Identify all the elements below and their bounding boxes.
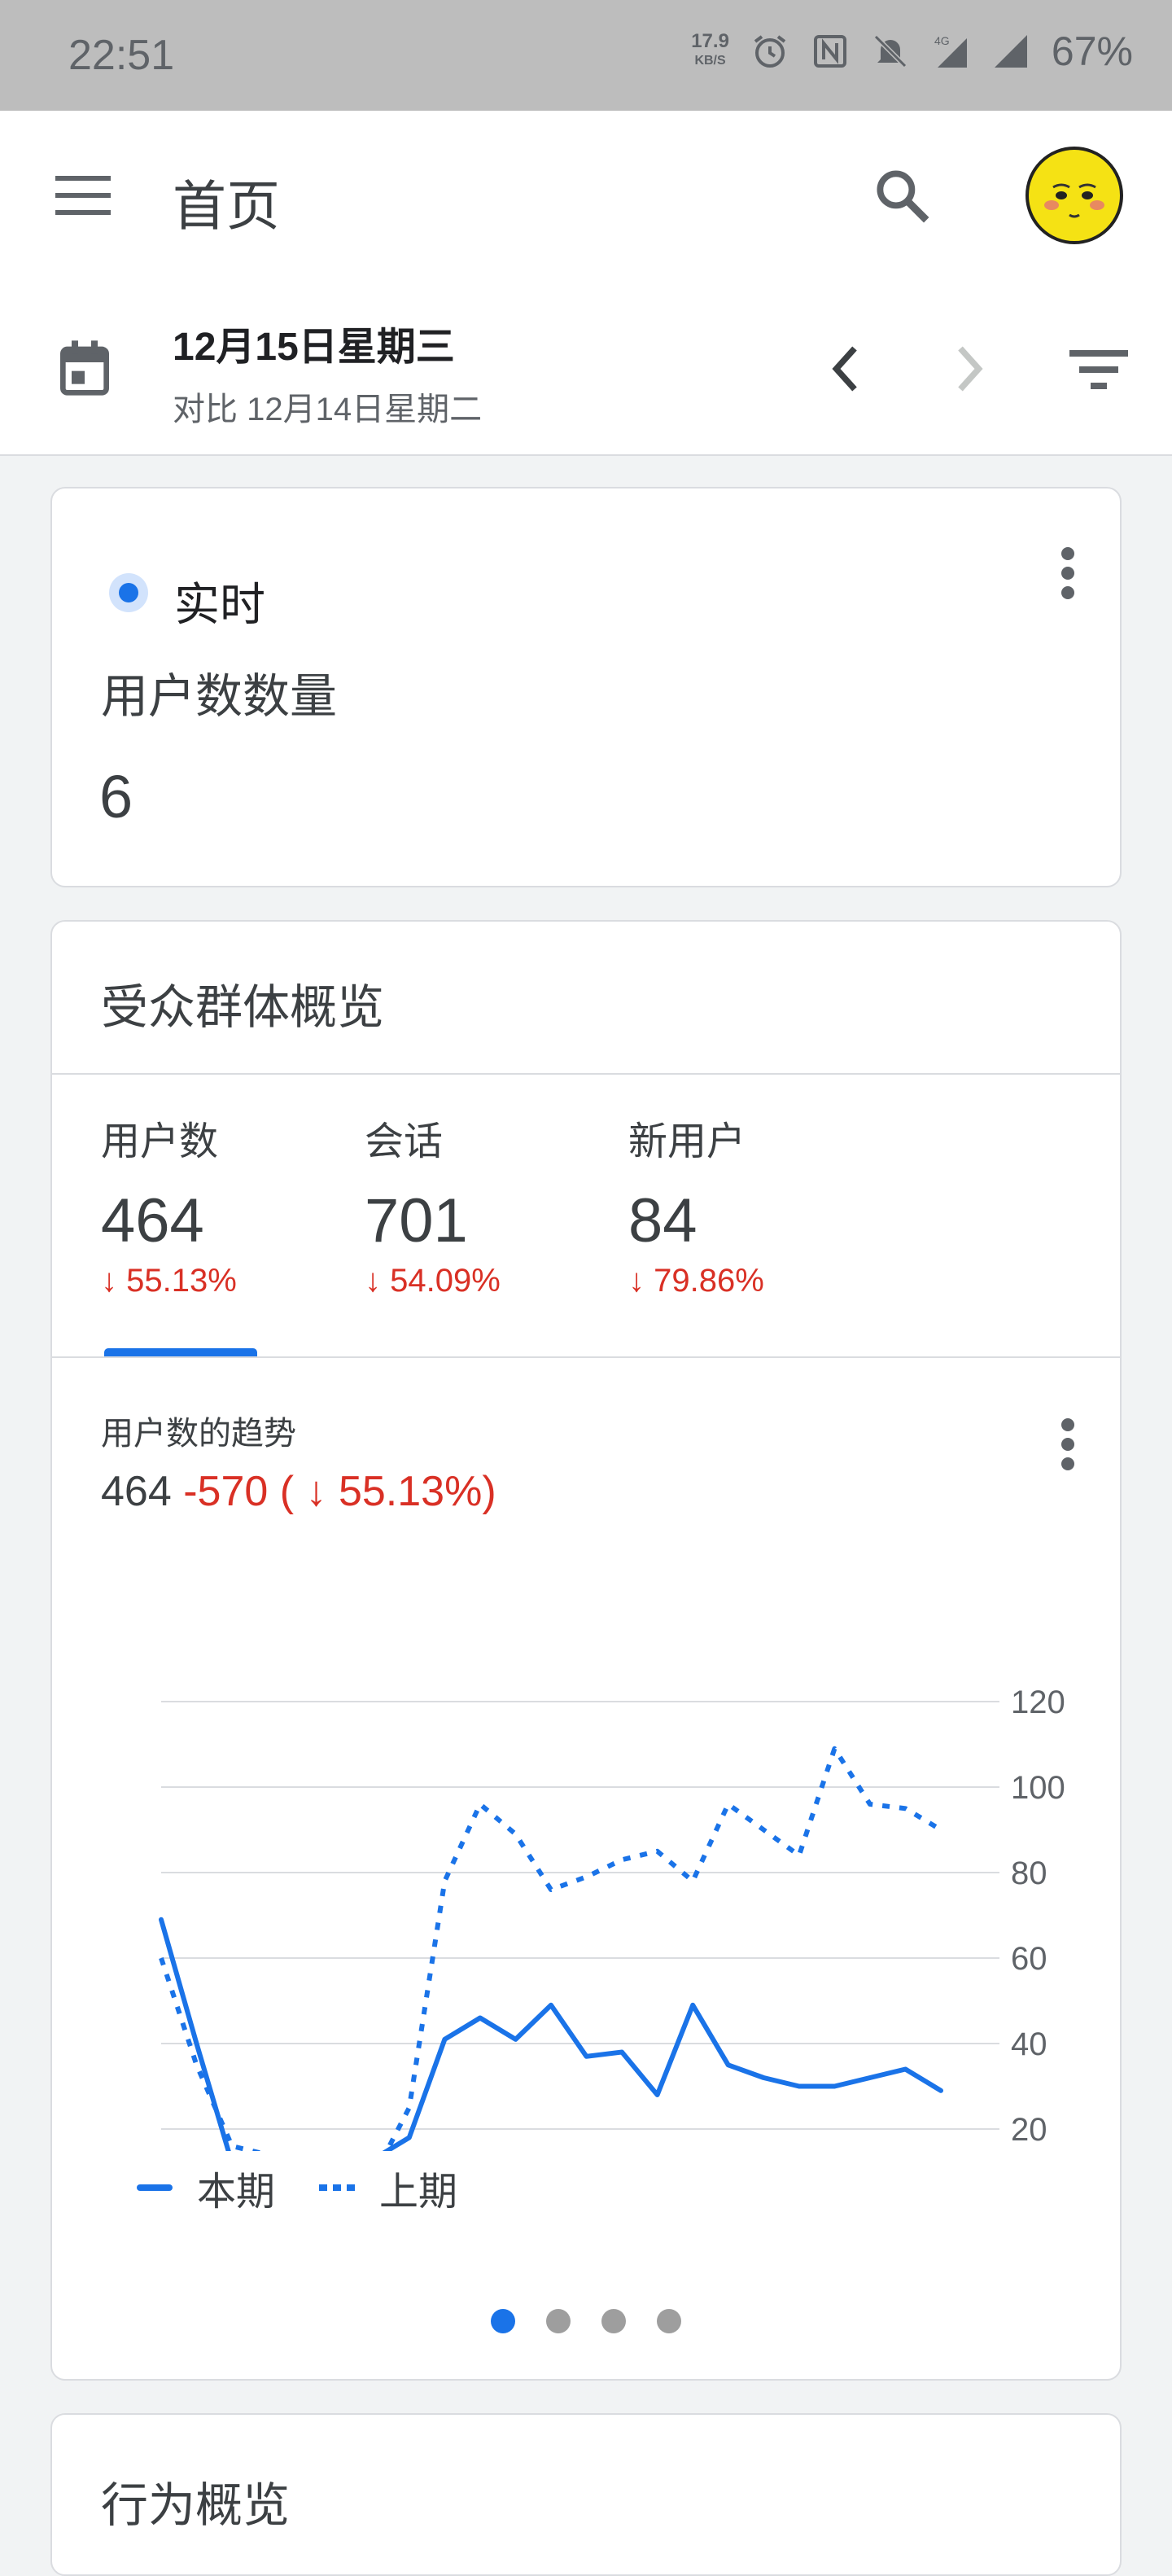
- chevron-right-icon[interactable]: [944, 340, 993, 397]
- legend-label: 上期: [379, 2171, 458, 2214]
- realtime-metric-name: 用户数数量: [101, 670, 338, 723]
- legend-label: 本期: [197, 2171, 276, 2214]
- trend-summary: 464 -570 ( ↓ 55.13%): [101, 1467, 496, 1516]
- carousel-pager: [52, 2309, 1120, 2333]
- solid-line-icon: [137, 2184, 173, 2191]
- status-icons: 17.9 KB/S 4G 67%: [691, 28, 1133, 75]
- pager-dot[interactable]: [491, 2309, 515, 2333]
- trend-value: 464: [101, 1468, 172, 1515]
- series-line-current: [159, 1917, 943, 2151]
- trend-line-chart: 1201008060402002月 1512上午12下午: [159, 1684, 1065, 2151]
- date-bar: 12月15日星期三 对比 12月14日星期二: [0, 287, 1172, 456]
- realtime-card[interactable]: 实时 用户数数量 6: [50, 487, 1122, 887]
- status-bar: 22:51 17.9 KB/S 4G 67%: [0, 0, 1172, 111]
- metric-value: 464: [101, 1186, 204, 1255]
- compare-date: 对比 12月14日星期二: [173, 392, 483, 427]
- series-line-previous: [159, 1746, 942, 2151]
- status-time: 22:51: [68, 32, 175, 79]
- y-tick-label: 120: [1011, 1684, 1065, 1720]
- speed-unit: KB/S: [694, 54, 726, 68]
- filter-icon[interactable]: [1066, 344, 1131, 396]
- behavior-card-title: 行为概览: [101, 2479, 291, 2532]
- more-vert-icon[interactable]: [1052, 541, 1084, 606]
- search-icon[interactable]: [871, 164, 934, 228]
- nfc-icon: [813, 35, 846, 68]
- bell-off-icon: [873, 34, 907, 68]
- metric-tab-sessions[interactable]: 会话 701 ↓ 54.09%: [365, 1109, 501, 1299]
- realtime-indicator: [109, 573, 148, 612]
- selected-tab-indicator: [104, 1348, 257, 1356]
- pager-dot[interactable]: [657, 2309, 681, 2333]
- metric-tab-users[interactable]: 用户数 464 ↓ 55.13%: [101, 1109, 237, 1299]
- metric-tab-new-users[interactable]: 新用户 84 ↓ 79.86%: [628, 1109, 764, 1299]
- y-tick-label: 80: [1011, 1855, 1047, 1891]
- y-tick-label: 20: [1011, 2112, 1047, 2148]
- pager-dot[interactable]: [546, 2309, 571, 2333]
- divider: [52, 1356, 1120, 1358]
- network-speed: 17.9 KB/S: [691, 32, 729, 71]
- trend-change: -570 ( ↓ 55.13%): [183, 1468, 496, 1515]
- speed-value: 17.9: [691, 30, 729, 52]
- battery-level: 67%: [1051, 28, 1133, 74]
- dotted-line-icon: [319, 2184, 355, 2191]
- y-tick-label: 60: [1011, 1941, 1047, 1977]
- metric-value: 84: [628, 1186, 698, 1255]
- chevron-left-icon[interactable]: [822, 340, 871, 397]
- network-type: 4G: [934, 34, 950, 47]
- page-title: 首页: [173, 176, 280, 236]
- signal-icon: [994, 35, 1027, 68]
- pager-dot[interactable]: [601, 2309, 626, 2333]
- realtime-metric-value: 6: [99, 763, 133, 830]
- audience-card-title: 受众群体概览: [101, 981, 385, 1034]
- calendar-icon[interactable]: [59, 340, 111, 397]
- app-bar: 首页: [0, 111, 1172, 287]
- metric-change: ↓ 55.13%: [101, 1263, 237, 1299]
- selected-date[interactable]: 12月15日星期三: [173, 314, 455, 371]
- behavior-overview-card: 行为概览: [50, 2413, 1122, 2576]
- signal-4g-icon: 4G: [934, 34, 967, 68]
- metric-name: 新用户: [628, 1120, 746, 1163]
- trend-title: 用户数的趋势: [101, 1416, 296, 1452]
- avatar[interactable]: [1026, 147, 1123, 244]
- y-tick-label: 100: [1011, 1770, 1065, 1806]
- avatar-face-icon: [1044, 183, 1104, 218]
- realtime-label: 实时: [174, 579, 265, 630]
- metric-change: ↓ 54.09%: [365, 1263, 501, 1299]
- menu-icon[interactable]: [52, 171, 114, 220]
- more-vert-icon[interactable]: [1052, 1412, 1084, 1477]
- metric-name: 会话: [365, 1120, 444, 1163]
- legend-item-previous[interactable]: 上期: [319, 2159, 457, 2216]
- audience-overview-card: 受众群体概览 用户数 464 ↓ 55.13% 会话 701 ↓ 54.09% …: [50, 920, 1122, 2381]
- metric-name: 用户数: [101, 1120, 219, 1163]
- y-tick-label: 40: [1011, 2026, 1047, 2062]
- divider: [52, 1073, 1120, 1075]
- alarm-icon: [754, 35, 786, 68]
- metric-change: ↓ 79.86%: [628, 1263, 764, 1299]
- metric-value: 701: [365, 1186, 468, 1255]
- legend-item-current[interactable]: 本期: [137, 2159, 275, 2216]
